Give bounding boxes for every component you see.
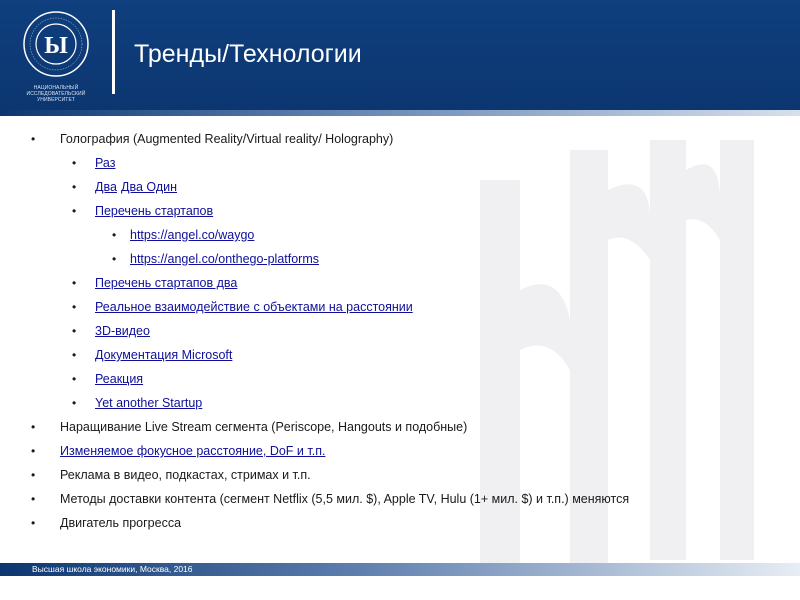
bullet-icon: •	[72, 204, 77, 218]
list-item: Двигатель прогресса	[60, 516, 182, 530]
logo-caption: НАЦИОНАЛЬНЫЙ ИССЛЕДОВАТЕЛЬСКИЙ УНИВЕРСИТ…	[26, 85, 86, 103]
logo-watermark	[480, 140, 754, 570]
bullet-icon: •	[31, 492, 36, 506]
list-item: Наращивание Live Stream сегмента (Perisc…	[60, 420, 468, 434]
link-microsoft-docs[interactable]: Документация Microsoft	[95, 348, 232, 362]
slide-header: Ы НАЦИОНАЛЬНЫЙ ИССЛЕДОВАТЕЛЬСКИЙ УНИВЕРС…	[0, 0, 800, 110]
bullet-icon: •	[31, 420, 36, 434]
link-startups-two[interactable]: Перечень стартапов два	[95, 276, 237, 290]
bullet-icon: •	[112, 252, 117, 266]
bullet-icon: •	[31, 468, 36, 482]
svg-text:Ы: Ы	[44, 33, 68, 59]
link-startups[interactable]: Перечень стартапов	[95, 204, 213, 218]
link-focal-distance[interactable]: Изменяемое фокусное расстояние, DoF и т.…	[60, 444, 325, 458]
link-dva-odin[interactable]: Два Один	[121, 180, 177, 194]
bullet-icon: •	[112, 228, 117, 242]
list-item: Методы доставки контента (сегмент Netfli…	[60, 492, 630, 506]
page-title: Тренды/Технологии	[134, 40, 362, 68]
link-dva[interactable]: Два	[95, 180, 117, 194]
list-item: Голография (Augmented Reality/Virtual re…	[60, 132, 394, 146]
bullet-icon: •	[72, 324, 77, 338]
bullet-icon: •	[72, 396, 77, 410]
hse-logo-icon: Ы	[23, 11, 89, 77]
bullet-icon: •	[31, 132, 36, 146]
bullet-icon: •	[31, 516, 36, 530]
bullet-icon: •	[31, 444, 36, 458]
bullet-icon: •	[72, 276, 77, 290]
link-onthego[interactable]: https://angel.co/onthego-platforms	[130, 252, 319, 266]
link-3d-video[interactable]: 3D-видео	[95, 324, 150, 338]
bullet-icon: •	[72, 348, 77, 362]
list-item: Реклама в видео, подкастах, стримах и т.…	[60, 468, 311, 482]
link-reaction[interactable]: Реакция	[95, 372, 143, 386]
link-raz[interactable]: Раз	[95, 156, 115, 170]
bullet-icon: •	[72, 300, 77, 314]
header-strip	[0, 110, 800, 116]
link-waygo[interactable]: https://angel.co/waygo	[130, 228, 254, 242]
header-divider	[112, 10, 115, 94]
bullet-icon: •	[72, 180, 77, 194]
bullet-icon: •	[72, 372, 77, 386]
link-remote-interaction[interactable]: Реальное взаимодействие с объектами на р…	[95, 300, 413, 314]
link-yet-another-startup[interactable]: Yet another Startup	[95, 396, 202, 410]
bullet-icon: •	[72, 156, 77, 170]
footer-text: Высшая школа экономики, Москва, 2016	[32, 564, 193, 574]
